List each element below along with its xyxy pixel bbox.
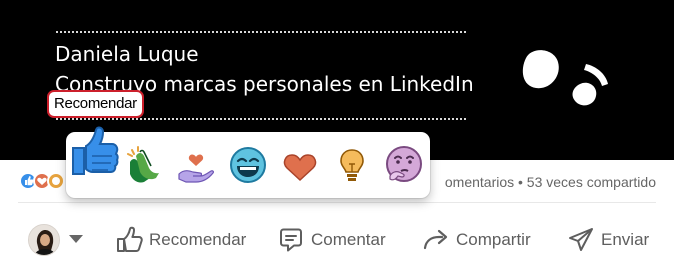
social-divider xyxy=(18,202,656,203)
curious-reaction-button[interactable] xyxy=(384,144,424,186)
dotted-divider-bottom xyxy=(56,118,466,120)
send-plane-icon xyxy=(567,226,595,254)
celebrate-icon xyxy=(127,146,159,183)
comment-button[interactable]: Comentar xyxy=(277,220,386,260)
chevron-down-icon xyxy=(69,235,83,243)
like-reaction-button[interactable] xyxy=(70,122,124,182)
curious-icon xyxy=(386,146,422,182)
send-button-label: Enviar xyxy=(601,230,650,249)
love-reaction-button[interactable] xyxy=(280,144,320,186)
celebrate-reaction-button[interactable] xyxy=(124,144,164,186)
thumbs-up-icon xyxy=(115,226,143,254)
post-action-bar: Recomendar Comentar Compartir Enviar xyxy=(0,218,674,266)
share-arrow-icon xyxy=(422,226,450,254)
social-counts[interactable]: omentarios • 53 veces compartido xyxy=(445,173,656,191)
funny-reaction-button[interactable] xyxy=(228,144,268,186)
banner-author-name: Daniela Luque xyxy=(55,42,199,66)
love-icon xyxy=(283,154,317,182)
share-button-label: Compartir xyxy=(456,230,531,249)
insightful-reaction-button[interactable] xyxy=(332,144,372,186)
send-button[interactable]: Enviar xyxy=(567,220,649,260)
comment-button-label: Comentar xyxy=(311,230,386,249)
like-icon xyxy=(72,126,119,175)
funny-icon xyxy=(230,147,266,183)
actor-switcher[interactable] xyxy=(28,224,84,256)
like-button-label: Recomendar xyxy=(149,230,247,249)
brand-logo-icon xyxy=(522,50,608,106)
avatar xyxy=(28,224,60,256)
insightful-icon xyxy=(340,149,364,181)
reaction-tooltip: Recomendar xyxy=(47,90,144,118)
share-button[interactable]: Compartir xyxy=(422,220,531,260)
comment-icon xyxy=(277,226,305,254)
user-avatar-icon xyxy=(29,225,59,255)
like-button[interactable]: Recomendar xyxy=(115,220,246,260)
support-icon xyxy=(178,154,214,183)
reaction-summary-icons[interactable] xyxy=(18,171,70,191)
support-reaction-button[interactable] xyxy=(176,144,216,186)
dotted-divider-top xyxy=(56,31,466,33)
